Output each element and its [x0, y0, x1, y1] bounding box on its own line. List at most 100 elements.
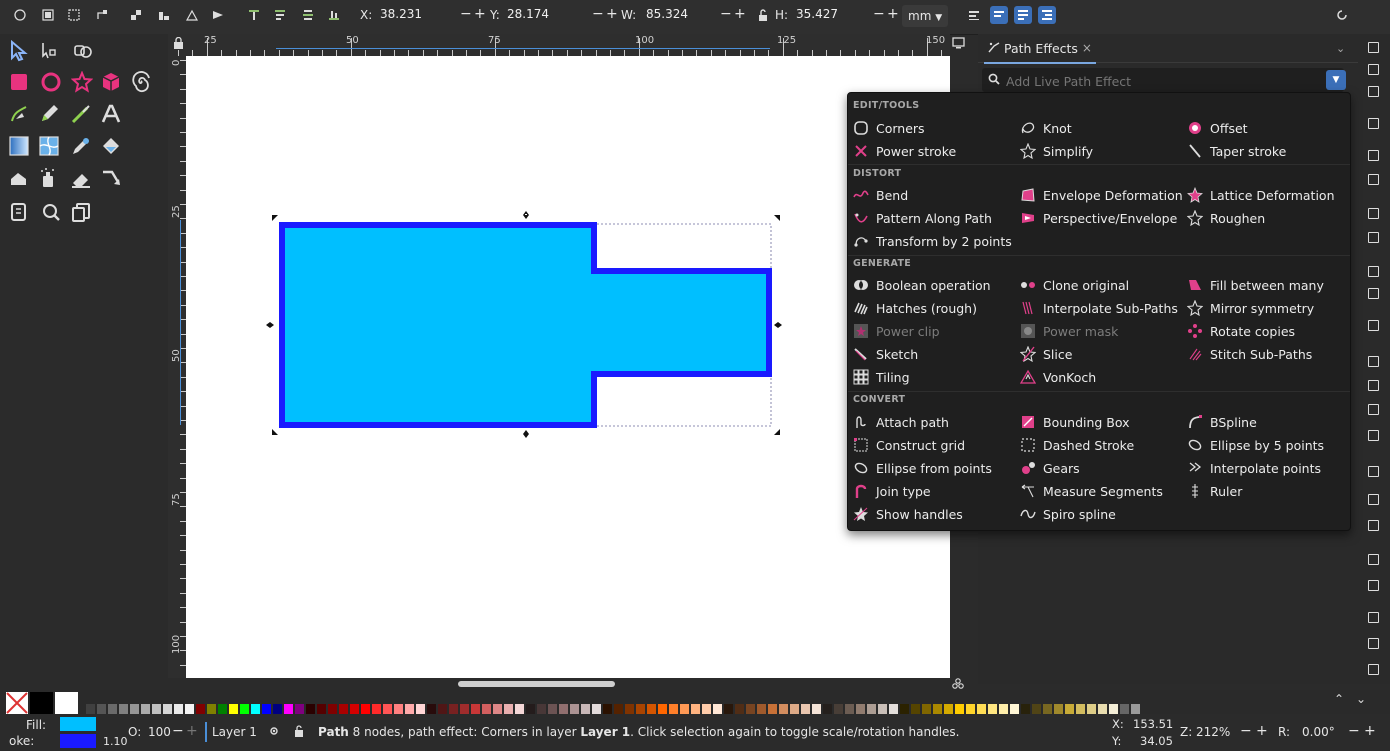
palette-swatch[interactable]: [185, 704, 194, 714]
zoom-input[interactable]: 212%: [1196, 725, 1230, 739]
palette-swatch[interactable]: [460, 704, 469, 714]
palette-swatch[interactable]: [988, 704, 997, 714]
lower-icon[interactable]: [274, 9, 286, 21]
palette-swatch[interactable]: [856, 704, 865, 714]
y-input[interactable]: 28.174: [507, 7, 549, 25]
w-increment-button[interactable]: +: [734, 6, 746, 22]
command-icon[interactable]: [1368, 232, 1379, 243]
stroke-color-indicator[interactable]: [60, 734, 96, 748]
raise-icon[interactable]: [248, 9, 260, 21]
calligraphy-tool[interactable]: [70, 103, 92, 125]
lpe-item-tiling[interactable]: Tiling: [853, 367, 910, 387]
palette-swatch[interactable]: [548, 704, 557, 714]
palette-swatch[interactable]: [823, 704, 832, 714]
lpe-item-roughen[interactable]: Roughen: [1187, 208, 1265, 228]
command-icon[interactable]: [1368, 150, 1379, 161]
pencil-tool[interactable]: [38, 103, 60, 125]
palette-swatch[interactable]: [845, 704, 854, 714]
lpe-item-vonkoch[interactable]: VonKoch: [1020, 367, 1096, 387]
eraser-tool[interactable]: [70, 167, 92, 189]
flip-vertical-icon[interactable]: [185, 9, 199, 21]
palette-swatch[interactable]: [812, 704, 821, 714]
palette-swatch[interactable]: [427, 704, 436, 714]
command-icon[interactable]: [1368, 266, 1379, 277]
paint-bucket-tool[interactable]: [100, 135, 122, 157]
y-increment-button[interactable]: +: [606, 6, 618, 22]
selected-path[interactable]: [279, 222, 772, 428]
palette-swatch[interactable]: [152, 704, 161, 714]
text-tool[interactable]: [100, 103, 122, 125]
palette-swatch[interactable]: [416, 704, 425, 714]
palette-swatch[interactable]: [878, 704, 887, 714]
rotate-cw-icon[interactable]: [130, 9, 142, 21]
palette-swatch[interactable]: [1120, 704, 1129, 714]
palette-swatch[interactable]: [174, 704, 183, 714]
lpe-item-spiro-spline[interactable]: Spiro spline: [1020, 504, 1116, 524]
palette-swatch[interactable]: [669, 704, 678, 714]
palette-swatch[interactable]: [1054, 704, 1063, 714]
rotate-ccw-button[interactable]: −: [1348, 723, 1360, 739]
lpe-item-stitch-sub-paths[interactable]: Stitch Sub-Paths: [1187, 344, 1312, 364]
tab-path-effects[interactable]: Path Effects ×: [984, 34, 1096, 64]
command-icon[interactable]: [1368, 580, 1379, 591]
palette-swatch[interactable]: [724, 704, 733, 714]
lpe-item-power-clip[interactable]: Power clip: [853, 321, 940, 341]
palette-swatch[interactable]: [1021, 704, 1030, 714]
palette-swatch[interactable]: [251, 704, 260, 714]
transform-gradients-button[interactable]: [1014, 6, 1032, 24]
x-increment-button[interactable]: +: [474, 6, 486, 22]
palette-swatch[interactable]: [196, 704, 205, 714]
lpe-item-ellipse-from-points[interactable]: Ellipse from points: [853, 458, 992, 478]
palette-swatch[interactable]: [218, 704, 227, 714]
fill-color-indicator[interactable]: [60, 717, 96, 731]
raise-to-top-icon[interactable]: [212, 9, 224, 21]
palette-swatch[interactable]: [1098, 704, 1107, 714]
lpe-item-boolean-operation[interactable]: Boolean operation: [853, 275, 991, 295]
palette-swatch[interactable]: [493, 704, 502, 714]
transform-patterns-button[interactable]: [1038, 6, 1056, 24]
palette-swatch[interactable]: [801, 704, 810, 714]
rotation-input[interactable]: 0.00°: [1302, 725, 1335, 739]
palette-swatch[interactable]: [350, 704, 359, 714]
command-icon[interactable]: [1368, 320, 1379, 331]
selector-tool[interactable]: [8, 40, 30, 62]
palette-swatch[interactable]: [889, 704, 898, 714]
palette-swatch[interactable]: [504, 704, 513, 714]
h-increment-button[interactable]: +: [887, 6, 899, 22]
palette-swatch[interactable]: [262, 704, 271, 714]
palette-swatch[interactable]: [779, 704, 788, 714]
rotate-ccw-icon[interactable]: [96, 9, 108, 21]
display-mode-icon[interactable]: [952, 37, 965, 49]
palette-swatch[interactable]: [625, 704, 634, 714]
palette-swatch[interactable]: [86, 704, 95, 714]
x-input[interactable]: 38.231: [380, 7, 422, 25]
palette-swatch[interactable]: [922, 704, 931, 714]
spray-tool[interactable]: [38, 167, 60, 189]
opacity-decrement-button[interactable]: −: [172, 723, 184, 739]
palette-swatch[interactable]: [284, 704, 293, 714]
lpe-item-bend[interactable]: Bend: [853, 185, 908, 205]
ellipse-tool[interactable]: [40, 71, 62, 93]
stroke-width-value[interactable]: 1.10: [103, 735, 128, 748]
palette-swatch[interactable]: [680, 704, 689, 714]
tweak-tool[interactable]: [72, 40, 94, 62]
h-input[interactable]: 35.427: [796, 7, 838, 25]
palette-swatch[interactable]: [405, 704, 414, 714]
palette-swatch[interactable]: [911, 704, 920, 714]
palette-swatch[interactable]: [438, 704, 447, 714]
rotate-cw-button[interactable]: +: [1364, 723, 1376, 739]
palette-swatch[interactable]: [999, 704, 1008, 714]
palette-swatch[interactable]: [1087, 704, 1096, 714]
star-tool[interactable]: [71, 71, 93, 93]
pen-tool[interactable]: [8, 103, 30, 125]
palette-swatch[interactable]: [867, 704, 876, 714]
lpe-item-join-type[interactable]: Join type: [853, 481, 931, 501]
lpe-item-taper-stroke[interactable]: Taper stroke: [1187, 141, 1286, 161]
lpe-item-corners[interactable]: Corners: [853, 118, 925, 138]
lpe-item-interpolate-points[interactable]: Interpolate points: [1187, 458, 1321, 478]
search-dropdown-button[interactable]: ▼: [1326, 70, 1346, 90]
palette-scroll-up-icon[interactable]: ⌃: [1334, 692, 1344, 706]
palette-swatch[interactable]: [207, 704, 216, 714]
command-icon[interactable]: [1368, 430, 1379, 441]
lpe-item-slice[interactable]: Slice: [1020, 344, 1072, 364]
